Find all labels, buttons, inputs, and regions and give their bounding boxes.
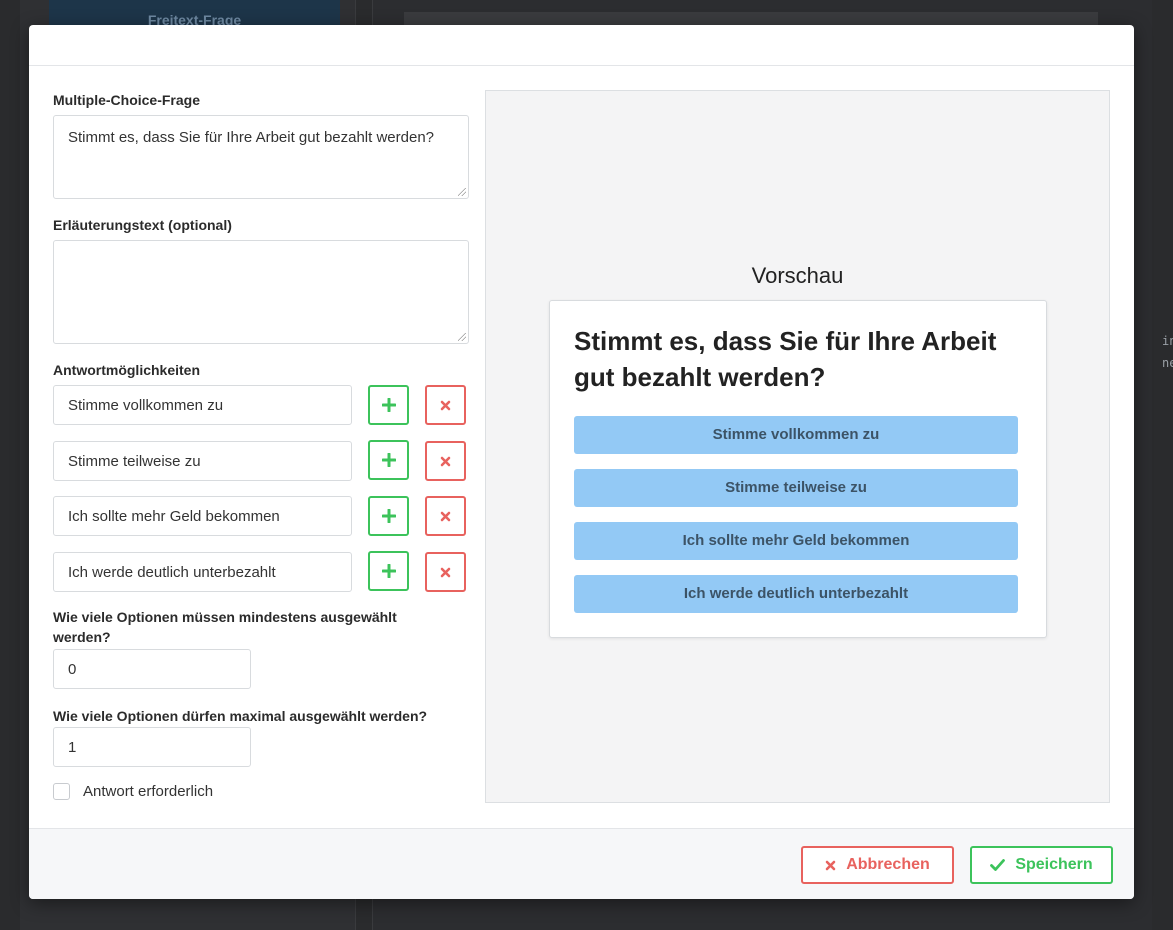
answer-input-text: Ich werde deutlich unterbezahlt xyxy=(68,563,276,581)
preview-option-button[interactable]: Stimme teilweise zu xyxy=(574,469,1018,507)
answers-label: Antwortmöglichkeiten xyxy=(53,362,201,378)
cancel-button[interactable]: Abbrechen xyxy=(801,846,954,884)
preview-option-button[interactable]: Stimme vollkommen zu xyxy=(574,416,1018,454)
plus-icon xyxy=(381,453,396,467)
times-icon xyxy=(440,567,451,577)
background-freetext-button: Freitext-Frage xyxy=(49,0,340,28)
background-side-text: in ne xyxy=(1162,330,1173,374)
explanation-textarea[interactable] xyxy=(53,240,469,344)
remove-answer-button[interactable] xyxy=(425,496,466,536)
times-icon xyxy=(825,860,836,870)
min-options-value: 0 xyxy=(68,660,77,678)
answer-input[interactable]: Ich werde deutlich unterbezahlt xyxy=(53,552,352,592)
times-icon xyxy=(440,511,451,521)
background-side-line: ne xyxy=(1162,356,1173,370)
preview-question: Stimmt es, dass Sie für Ihre Arbeit gut … xyxy=(574,326,997,392)
add-answer-button[interactable] xyxy=(368,551,409,591)
question-label: Multiple-Choice-Frage xyxy=(53,92,201,108)
add-answer-button[interactable] xyxy=(368,440,409,480)
background-bar xyxy=(404,12,1098,26)
resize-grip-icon[interactable] xyxy=(458,333,466,341)
min-options-input[interactable]: 0 xyxy=(53,649,251,689)
resize-grip-icon[interactable] xyxy=(458,188,466,196)
plus-icon xyxy=(381,564,396,578)
question-editor-modal: Multiple-Choice-Frage Stimmt es, dass Si… xyxy=(29,25,1134,899)
preview-option-button[interactable]: Ich werde deutlich unterbezahlt xyxy=(574,575,1018,613)
remove-answer-button[interactable] xyxy=(425,385,466,425)
modal-body: Multiple-Choice-Frage Stimmt es, dass Si… xyxy=(29,66,1134,828)
question-textarea[interactable]: Stimmt es, dass Sie für Ihre Arbeit gut … xyxy=(53,115,469,199)
check-icon xyxy=(990,859,1006,871)
save-button-label: Speichern xyxy=(1015,856,1093,873)
answer-input[interactable]: Stimme vollkommen zu xyxy=(53,385,352,425)
preview-panel: Vorschau Stimmt es, dass Sie für Ihre Ar… xyxy=(485,90,1110,803)
remove-answer-button[interactable] xyxy=(425,441,466,481)
remove-answer-button[interactable] xyxy=(425,552,466,592)
times-icon xyxy=(440,456,451,466)
answer-input-text: Stimme teilweise zu xyxy=(68,452,201,470)
question-text: Stimmt es, dass Sie für Ihre Arbeit gut … xyxy=(68,129,435,146)
max-options-input[interactable]: 1 xyxy=(53,727,251,767)
answer-input-text: Ich sollte mehr Geld bekommen xyxy=(68,507,280,525)
plus-icon xyxy=(381,398,396,412)
min-options-label: Wie viele Optionen müssen mindestens aus… xyxy=(53,609,397,645)
plus-icon xyxy=(381,509,396,523)
max-options-label: Wie viele Optionen dürfen maximal ausgew… xyxy=(53,708,428,724)
required-checkbox[interactable] xyxy=(53,783,70,800)
required-label[interactable]: Antwort erforderlich xyxy=(83,783,213,800)
max-options-value: 1 xyxy=(68,738,77,756)
times-icon xyxy=(440,400,451,410)
preview-card: Stimmt es, dass Sie für Ihre Arbeit gut … xyxy=(549,300,1047,638)
save-button[interactable]: Speichern xyxy=(970,846,1113,884)
modal-footer: Abbrechen Speichern xyxy=(29,828,1134,899)
preview-title: Vorschau xyxy=(751,263,844,288)
preview-option-button[interactable]: Ich sollte mehr Geld bekommen xyxy=(574,522,1018,560)
cancel-button-label: Abbrechen xyxy=(846,856,930,873)
add-answer-button[interactable] xyxy=(368,385,409,425)
add-answer-button[interactable] xyxy=(368,496,409,536)
background-side-line: in xyxy=(1162,334,1173,348)
answer-input[interactable]: Stimme teilweise zu xyxy=(53,441,352,481)
explanation-label: Erläuterungstext (optional) xyxy=(53,217,232,233)
answer-input[interactable]: Ich sollte mehr Geld bekommen xyxy=(53,496,352,536)
modal-header xyxy=(29,25,1134,66)
answer-input-text: Stimme vollkommen zu xyxy=(68,396,224,414)
